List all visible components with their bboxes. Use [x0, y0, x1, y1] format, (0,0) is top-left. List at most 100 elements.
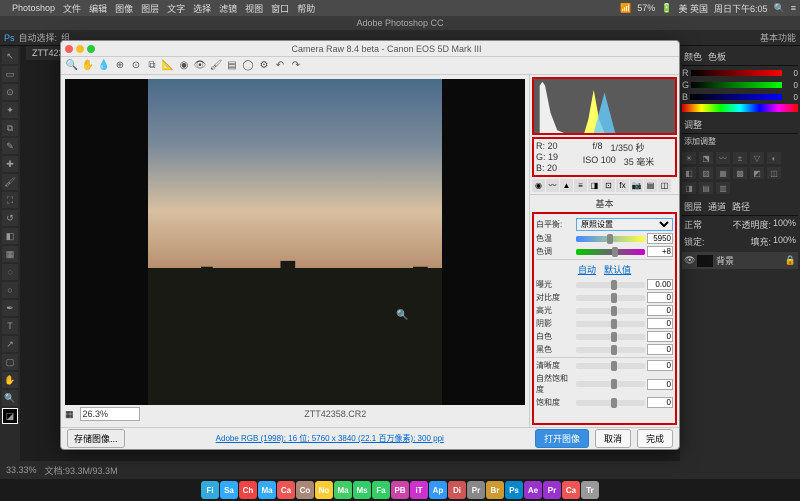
- opacity-value[interactable]: 100%: [773, 218, 796, 231]
- adj-grad-icon[interactable]: ▤: [699, 182, 713, 194]
- clarity-slider[interactable]: [576, 363, 645, 369]
- adj-thresh-icon[interactable]: ◨: [682, 182, 696, 194]
- menu-window[interactable]: 窗口: [271, 2, 289, 15]
- cr-sampler-tool-icon[interactable]: ⊕: [113, 59, 127, 73]
- type-tool-icon[interactable]: T: [2, 318, 18, 334]
- fill-value[interactable]: 100%: [773, 235, 796, 248]
- menu-view[interactable]: 视图: [245, 2, 263, 15]
- cr-titlebar[interactable]: Camera Raw 8.4 beta - Canon EOS 5D Mark …: [61, 41, 679, 57]
- menu-image[interactable]: 图像: [115, 2, 133, 15]
- eyedropper-tool-icon[interactable]: ✎: [2, 138, 18, 154]
- hand-tool-icon[interactable]: ✋: [2, 372, 18, 388]
- whites-slider[interactable]: [576, 334, 645, 340]
- dock-facetime[interactable]: Fa: [372, 481, 390, 499]
- adj-levels-icon[interactable]: ⬔: [699, 152, 713, 164]
- wand-tool-icon[interactable]: ✦: [2, 102, 18, 118]
- temp-value[interactable]: 5950: [647, 233, 673, 244]
- app-menu[interactable]: Photoshop: [12, 3, 55, 13]
- dodge-tool-icon[interactable]: ○: [2, 282, 18, 298]
- tab-snap-icon[interactable]: ◫: [658, 179, 671, 192]
- ps-icon[interactable]: Ps: [4, 33, 15, 43]
- tab-color[interactable]: 颜色: [684, 50, 702, 63]
- menu-edit[interactable]: 编辑: [89, 2, 107, 15]
- locale[interactable]: 美 英国: [678, 2, 708, 15]
- menu-layer[interactable]: 图层: [141, 2, 159, 15]
- workspace-label[interactable]: 基本功能: [760, 31, 796, 44]
- status-docinfo[interactable]: 文档:93.3M/93.3M: [45, 464, 118, 477]
- cr-wb-tool-icon[interactable]: 💧: [97, 59, 111, 73]
- cr-spot-tool-icon[interactable]: ◉: [177, 59, 191, 73]
- menu-file[interactable]: 文件: [63, 2, 81, 15]
- cr-straighten-tool-icon[interactable]: 📐: [161, 59, 175, 73]
- tab-detail-icon[interactable]: ▲: [560, 179, 573, 192]
- cr-zoom-select[interactable]: 26.3%: [80, 407, 140, 421]
- visibility-icon[interactable]: 👁: [684, 255, 694, 266]
- cr-gradfilter-tool-icon[interactable]: ▤: [225, 59, 239, 73]
- dock-ae[interactable]: Ae: [524, 481, 542, 499]
- menu-text[interactable]: 文字: [167, 2, 185, 15]
- adj-bw-icon[interactable]: ◧: [682, 167, 696, 179]
- layer-background[interactable]: 👁 背景 🔒: [682, 252, 798, 269]
- dock-pb[interactable]: PB: [391, 481, 409, 499]
- cr-hand-tool-icon[interactable]: ✋: [81, 59, 95, 73]
- cr-target-tool-icon[interactable]: ⊙: [129, 59, 143, 73]
- dock-pr[interactable]: Pr: [543, 481, 561, 499]
- adj-curves-icon[interactable]: 〰: [716, 152, 730, 164]
- minimize-icon[interactable]: [76, 45, 84, 53]
- dock-cal[interactable]: Ca: [562, 481, 580, 499]
- adj-brightness-icon[interactable]: ☀: [682, 152, 696, 164]
- tab-swatches[interactable]: 色板: [708, 50, 726, 63]
- dock-trash[interactable]: Tr: [581, 481, 599, 499]
- b-value[interactable]: 0: [784, 93, 798, 102]
- dock-notes[interactable]: No: [315, 481, 333, 499]
- temp-slider[interactable]: [576, 236, 645, 242]
- pen-tool-icon[interactable]: ✒: [2, 300, 18, 316]
- tab-channels[interactable]: 通道: [708, 200, 726, 213]
- default-link[interactable]: 默认值: [604, 263, 631, 276]
- blacks-slider[interactable]: [576, 347, 645, 353]
- move-tool-icon[interactable]: ↖: [2, 48, 18, 64]
- stamp-tool-icon[interactable]: ⛶: [2, 192, 18, 208]
- clock[interactable]: 周日下午6:05: [714, 2, 768, 15]
- zoom-tool-icon[interactable]: 🔍: [2, 390, 18, 406]
- cr-rotate-right-icon[interactable]: ↷: [289, 59, 303, 73]
- adj-invert-icon[interactable]: ◩: [750, 167, 764, 179]
- saturation-slider[interactable]: [576, 400, 645, 406]
- adj-lookup-icon[interactable]: ▩: [733, 167, 747, 179]
- shape-tool-icon[interactable]: ▢: [2, 354, 18, 370]
- cr-prefs-icon[interactable]: ⚙: [257, 59, 271, 73]
- spectrum-picker[interactable]: [682, 104, 798, 112]
- wifi-icon[interactable]: 📶: [620, 3, 631, 14]
- blur-tool-icon[interactable]: ◌: [2, 264, 18, 280]
- spotlight-icon[interactable]: 🔍: [774, 3, 785, 14]
- brush-tool-icon[interactable]: 🖌: [2, 174, 18, 190]
- dock-maps[interactable]: Ma: [334, 481, 352, 499]
- menu-icon[interactable]: ≡: [791, 3, 796, 13]
- tab-camera-icon[interactable]: 📷: [630, 179, 643, 192]
- tab-preset-icon[interactable]: ▤: [644, 179, 657, 192]
- exposure-slider[interactable]: [576, 282, 645, 288]
- tab-paths[interactable]: 路径: [732, 200, 750, 213]
- marquee-tool-icon[interactable]: ▭: [2, 66, 18, 82]
- saturation-value[interactable]: 0: [647, 397, 673, 408]
- filmstrip-icon[interactable]: ▦: [65, 409, 74, 420]
- dock-br[interactable]: Br: [486, 481, 504, 499]
- cr-preview[interactable]: 🔍: [65, 79, 525, 405]
- cr-radial-tool-icon[interactable]: ◯: [241, 59, 255, 73]
- adj-vibrance-icon[interactable]: ▽: [750, 152, 764, 164]
- g-value[interactable]: 0: [784, 81, 798, 90]
- b-slider[interactable]: [690, 94, 782, 100]
- maximize-icon[interactable]: [87, 45, 95, 53]
- adj-sel-icon[interactable]: ▥: [716, 182, 730, 194]
- open-image-button[interactable]: 打开图像: [535, 429, 589, 448]
- r-slider[interactable]: [691, 70, 783, 76]
- highlights-slider[interactable]: [576, 308, 645, 314]
- tab-split-icon[interactable]: ◨: [588, 179, 601, 192]
- blend-mode[interactable]: 正常: [684, 218, 702, 231]
- dock-cal[interactable]: Ca: [277, 481, 295, 499]
- cr-crop-tool-icon[interactable]: ⧉: [145, 59, 159, 73]
- menu-help[interactable]: 帮助: [297, 2, 315, 15]
- dock-appstore[interactable]: Ap: [429, 481, 447, 499]
- dock-pref[interactable]: Pr: [467, 481, 485, 499]
- cr-zoom-tool-icon[interactable]: 🔍: [65, 59, 79, 73]
